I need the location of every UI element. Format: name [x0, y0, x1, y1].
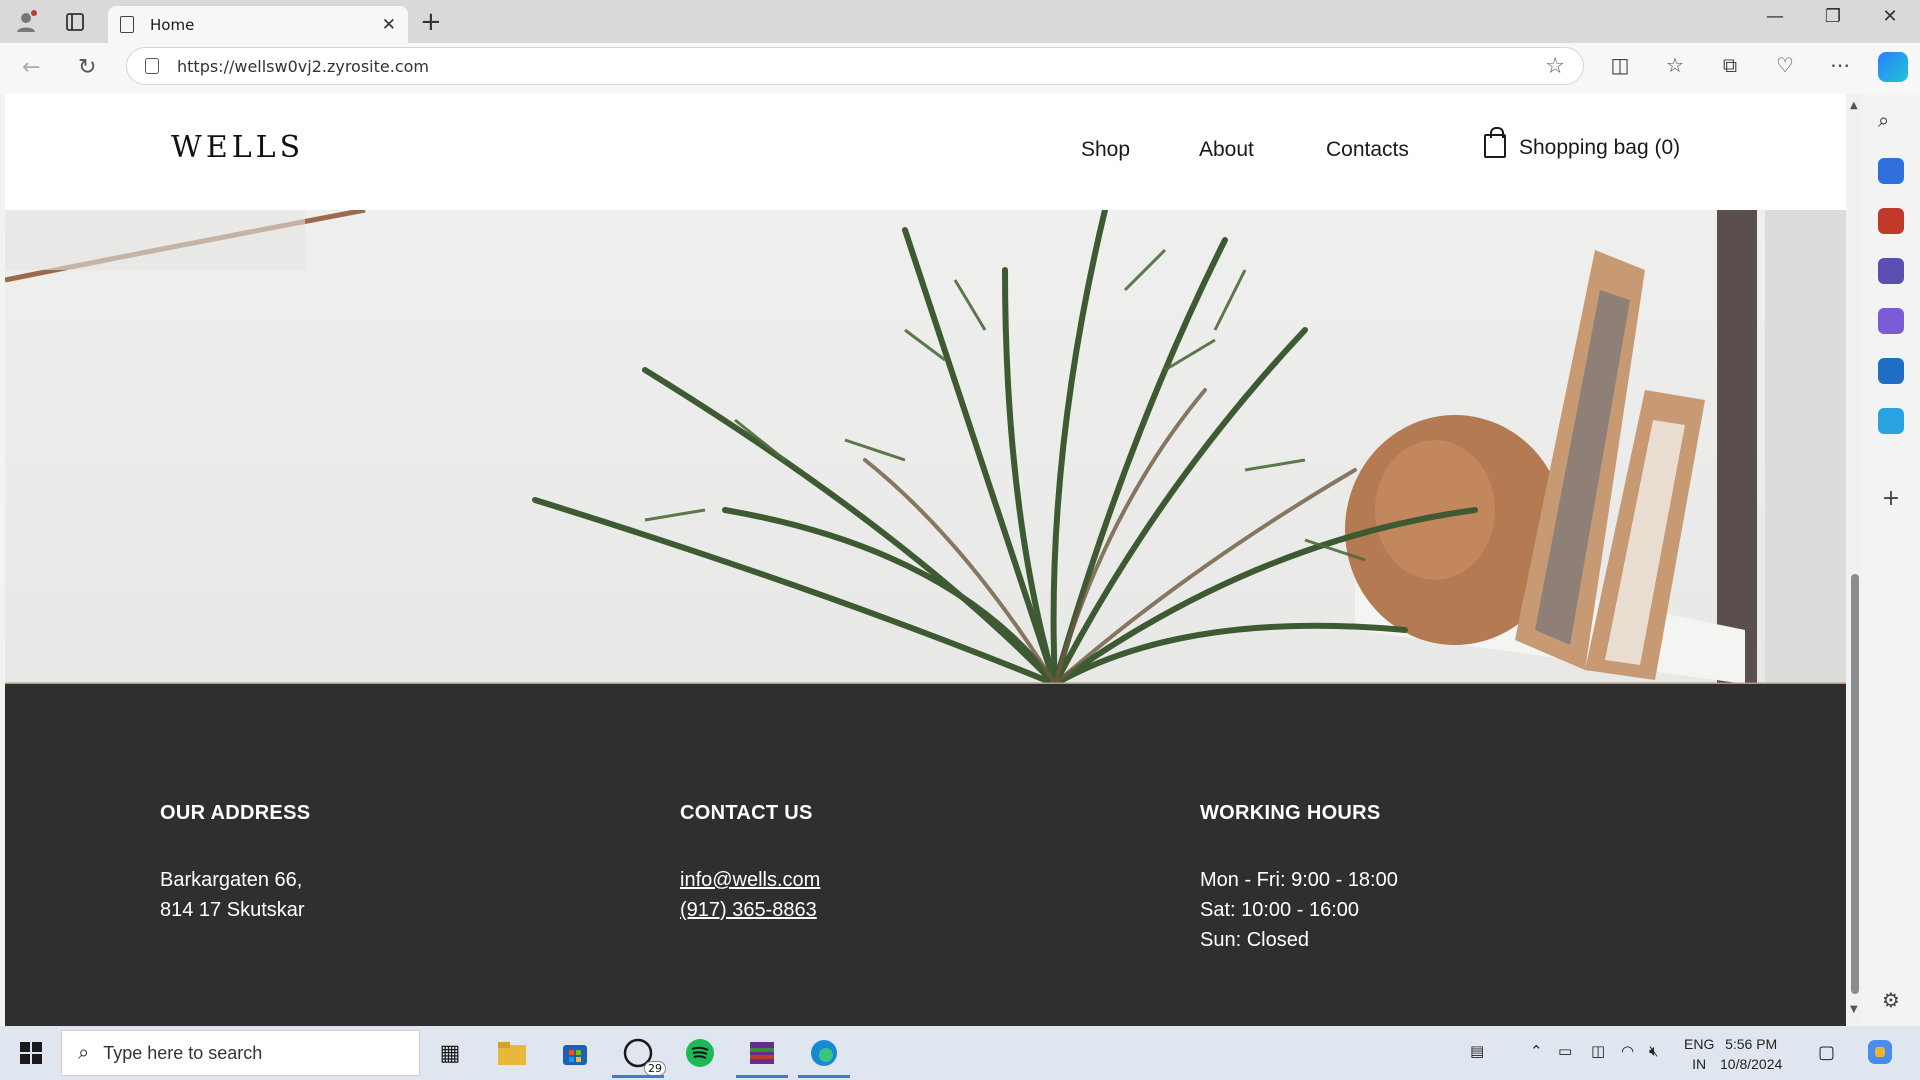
windows-taskbar: ⌕ Type here to search ▦ 29 ▤ ⌃ ▭ ◫ ◠ 🔇︎ … [0, 1026, 1920, 1080]
footer-hours: WORKING HOURS Mon - Fri: 9:00 - 18:00 Sa… [1200, 802, 1398, 955]
whatsapp-badge: 29 [644, 1061, 666, 1076]
file-explorer-icon[interactable] [492, 1034, 532, 1072]
favorites-icon[interactable]: ☆ [1661, 53, 1689, 77]
email-link[interactable]: info@wells.com [680, 865, 820, 895]
browser-toolbar: ← ↻ https://wellsw0vj2.zyrosite.com ☆ ◫ … [0, 43, 1920, 94]
nav-about[interactable]: About [1199, 138, 1254, 162]
send-icon[interactable] [1878, 408, 1904, 434]
search-icon[interactable]: ⌕ [1878, 108, 1904, 134]
edge-browser-icon[interactable] [798, 1034, 850, 1078]
news-widget-icon[interactable]: ▤ [1470, 1042, 1484, 1060]
browser-essentials-icon[interactable]: ♡ [1771, 53, 1799, 77]
wifi-icon[interactable]: ◠ [1621, 1042, 1634, 1060]
meet-now-icon[interactable]: ◫ [1591, 1042, 1605, 1060]
add-sidebar-app-icon[interactable]: + [1878, 486, 1904, 512]
lock-icon[interactable] [145, 58, 159, 74]
games-icon[interactable] [1878, 258, 1904, 284]
battery-icon[interactable]: ▭ [1558, 1042, 1572, 1060]
site-logo[interactable]: WELLS [171, 130, 304, 165]
hours-weekday: Mon - Fri: 9:00 - 18:00 [1200, 869, 1398, 891]
microsoft-store-icon[interactable] [555, 1034, 595, 1072]
shopping-tag-icon[interactable] [1878, 158, 1904, 184]
volume-muted-icon[interactable]: 🔇︎ [1649, 1042, 1658, 1060]
address-line-1: Barkargaten 66, [160, 869, 303, 891]
edge-sidebar: ⌕ + ⚙ [1866, 94, 1920, 1026]
language-indicator[interactable]: ENG IN [1684, 1034, 1714, 1074]
refresh-icon[interactable]: ↻ [78, 55, 96, 80]
scroll-down-icon[interactable]: ▼ [1850, 1004, 1858, 1015]
page-viewport: WELLS Shop About Contacts Shopping bag (… [5, 94, 1846, 1026]
footer-address: OUR ADDRESS Barkargaten 66, 814 17 Skuts… [160, 802, 310, 925]
tools-icon[interactable] [1878, 208, 1904, 234]
collections-icon[interactable]: ⧉ [1716, 53, 1744, 77]
m365-icon[interactable] [1878, 308, 1904, 334]
hours-sunday: Sun: Closed [1200, 929, 1309, 951]
scroll-thumb[interactable] [1851, 574, 1859, 994]
site-footer: OUR ADDRESS Barkargaten 66, 814 17 Skuts… [5, 684, 1846, 1026]
url-text[interactable]: https://wellsw0vj2.zyrosite.com [177, 57, 429, 76]
clock[interactable]: 5:56 PM 10/8/2024 [1720, 1034, 1782, 1074]
close-tab-icon[interactable]: ✕ [382, 15, 396, 35]
copilot-taskbar-icon[interactable] [1866, 1038, 1894, 1070]
taskbar-search-placeholder: Type here to search [103, 1042, 263, 1063]
winrar-icon[interactable] [736, 1034, 788, 1078]
nav-contacts[interactable]: Contacts [1326, 138, 1409, 162]
search-icon: ⌕ [78, 1041, 90, 1064]
copilot-icon[interactable] [1878, 52, 1908, 82]
nav-shopping-bag[interactable]: Shopping bag (0) [1519, 136, 1680, 160]
split-screen-icon[interactable]: ◫ [1606, 53, 1634, 77]
browser-titlebar: Home ✕ + — ❐ ✕ [0, 0, 1920, 43]
favorite-star-icon[interactable]: ☆ [1545, 54, 1565, 79]
more-options-icon[interactable]: ⋯ [1826, 53, 1854, 77]
language-code: ENG [1684, 1036, 1715, 1052]
settings-gear-icon[interactable]: ⚙ [1878, 988, 1904, 1014]
close-window-icon[interactable]: ✕ [1870, 6, 1910, 27]
tab-title: Home [150, 15, 195, 34]
hours-saturday: Sat: 10:00 - 16:00 [1200, 899, 1360, 921]
contact-heading: CONTACT US [680, 802, 813, 824]
plant-shelf-illustration [5, 210, 1846, 684]
tab-home[interactable]: Home ✕ [108, 6, 408, 43]
nav-shop[interactable]: Shop [1081, 138, 1130, 162]
spotify-icon[interactable] [680, 1034, 720, 1072]
profile-icon[interactable] [12, 8, 40, 36]
address-bar[interactable]: https://wellsw0vj2.zyrosite.com ☆ [126, 47, 1584, 85]
whatsapp-icon[interactable]: 29 [612, 1034, 666, 1078]
page-icon [120, 16, 134, 33]
hero-image [5, 210, 1846, 684]
footer-contact: CONTACT US info@wells.com (917) 365-8863 [680, 802, 820, 925]
notifications-icon[interactable]: ▢ [1818, 1042, 1835, 1063]
windows-start-icon[interactable] [20, 1042, 42, 1064]
outlook-icon[interactable] [1878, 358, 1904, 384]
phone-link[interactable]: (917) 365-8863 [680, 895, 820, 925]
region-code: IN [1692, 1056, 1707, 1072]
minimize-icon[interactable]: — [1755, 6, 1795, 27]
page-scrollbar[interactable]: ▲ ▼ [1848, 94, 1862, 1026]
show-hidden-icons[interactable]: ⌃ [1530, 1042, 1543, 1060]
site-header: WELLS Shop About Contacts Shopping bag (… [5, 94, 1846, 210]
address-heading: OUR ADDRESS [160, 802, 311, 824]
clock-time: 5:56 PM [1725, 1036, 1778, 1052]
shopping-bag-icon[interactable] [1484, 127, 1506, 158]
new-tab-icon[interactable]: + [420, 7, 442, 37]
hours-heading: WORKING HOURS [1200, 802, 1381, 824]
restore-icon[interactable]: ❐ [1813, 6, 1853, 27]
taskbar-search-box[interactable]: ⌕ Type here to search [61, 1030, 420, 1076]
clock-date: 10/8/2024 [1720, 1056, 1783, 1072]
back-icon[interactable]: ← [22, 55, 40, 80]
scroll-up-icon[interactable]: ▲ [1850, 100, 1858, 111]
tab-actions-icon[interactable] [61, 8, 89, 36]
task-view-icon[interactable]: ▦ [430, 1034, 470, 1072]
address-line-2: 814 17 Skutskar [160, 899, 305, 921]
